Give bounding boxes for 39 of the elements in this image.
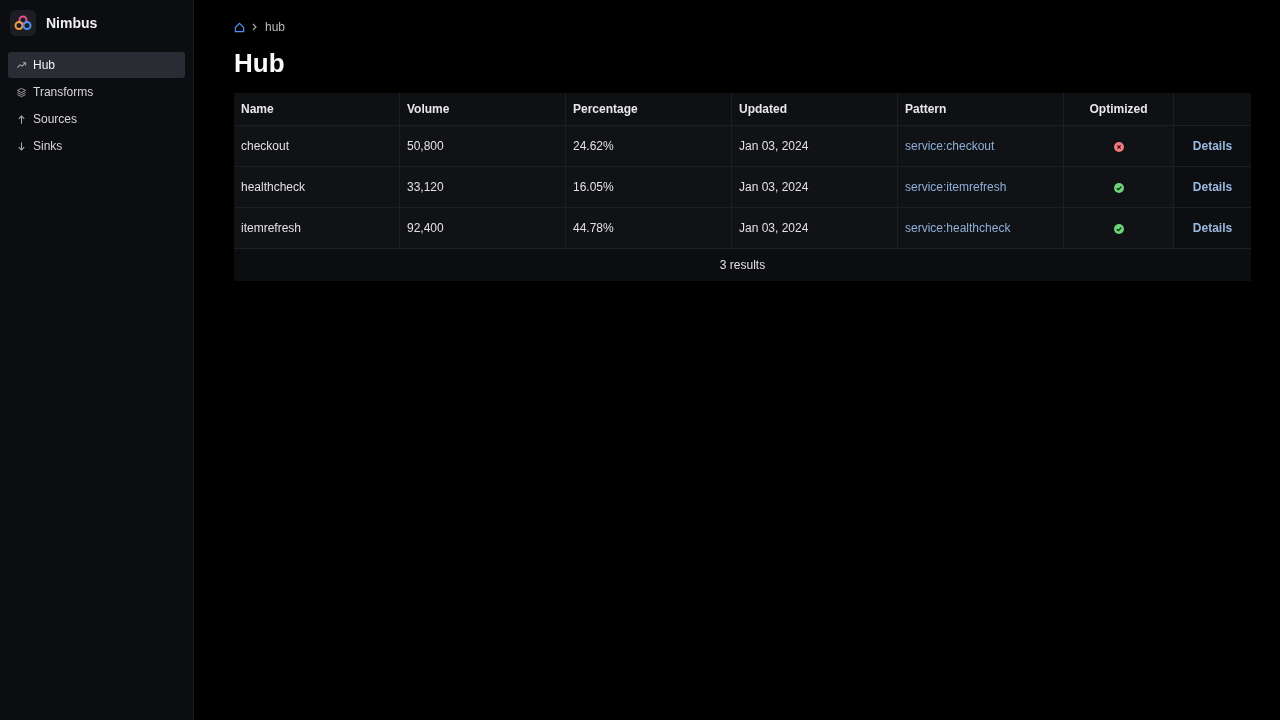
column-header: Volume [399, 93, 566, 126]
sidebar-item[interactable]: Hub [8, 52, 185, 78]
column-header: Name [234, 93, 400, 126]
arrow-down-icon [16, 140, 27, 152]
app-name: Nimbus [46, 15, 98, 31]
table-cell: Jan 03, 2024 [731, 125, 898, 167]
breadcrumb-current: hub [265, 20, 286, 34]
column-header: Optimized [1063, 93, 1174, 126]
layers-icon [16, 86, 27, 98]
table-cell: 92,400 [399, 207, 566, 249]
column-header: Updated [731, 93, 898, 126]
sidebar-item[interactable]: Sources [8, 106, 185, 132]
page-title: Hub [234, 48, 286, 79]
details-link[interactable]: Details [1192, 139, 1233, 153]
column-header: Percentage [565, 93, 732, 126]
home-icon[interactable] [234, 21, 245, 33]
arrow-up-icon [16, 113, 27, 125]
column-header: Pattern [897, 93, 1064, 126]
sidebar-item[interactable]: Transforms [8, 79, 185, 105]
table-cell: Jan 03, 2024 [731, 166, 898, 208]
table-cell: 50,800 [399, 125, 566, 167]
table-cell: 44.78% [565, 207, 732, 249]
chevron-right-icon [251, 23, 259, 31]
table-cell: 33,120 [399, 166, 566, 208]
pattern-link[interactable]: service:itemrefresh [905, 180, 1007, 194]
table-cell: itemrefresh [234, 207, 400, 249]
sidebar-item[interactable]: Sinks [8, 133, 185, 159]
table-cell: 24.62% [565, 125, 732, 167]
logo-icon [10, 10, 36, 36]
pattern-link[interactable]: service:checkout [905, 139, 995, 153]
details-link[interactable]: Details [1192, 221, 1233, 235]
trend-icon [16, 59, 27, 71]
table-cell: healthcheck [234, 166, 400, 208]
table-cell: Jan 03, 2024 [731, 207, 898, 249]
results-count: 3 results [719, 258, 766, 272]
table-cell: 16.05% [565, 166, 732, 208]
pattern-link[interactable]: service:healthcheck [905, 221, 1011, 235]
details-link[interactable]: Details [1192, 180, 1233, 194]
table-cell: checkout [234, 125, 400, 167]
